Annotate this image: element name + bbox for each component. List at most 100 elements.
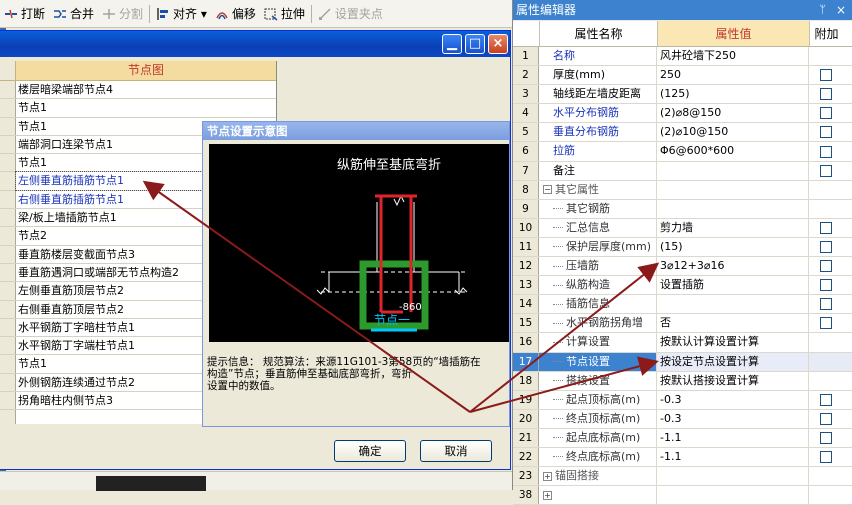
collapse-icon[interactable]: − (543, 185, 552, 195)
property-value[interactable]: 剪力墙 (657, 218, 809, 237)
property-value[interactable]: 按默认搭接设置计算 (657, 371, 809, 390)
align-icon (157, 7, 169, 20)
expand-icon[interactable]: + (543, 490, 552, 500)
property-value[interactable]: 250 (657, 66, 809, 85)
node-list-item[interactable]: 节点1 (0, 99, 276, 118)
property-value[interactable]: 按设定节点设置计算 (657, 352, 809, 371)
property-value[interactable]: 设置插筋 (657, 276, 809, 295)
extra-checkbox[interactable] (820, 145, 832, 158)
merge-button[interactable]: 合并 (49, 3, 98, 25)
property-row[interactable]: 38 + (513, 486, 852, 505)
split-button[interactable]: 分割 (98, 3, 147, 25)
property-value[interactable]: (125) (657, 85, 809, 104)
property-row[interactable]: 18 搭接设置 按默认搭接设置计算 (513, 371, 852, 391)
property-row[interactable]: 8− 其它属性 (513, 180, 852, 200)
close-icon[interactable]: × (836, 0, 846, 20)
property-row[interactable]: 22 终点底标高(m) -1.1 (513, 447, 852, 468)
property-row[interactable]: 5 垂直分布钢筋 (2)⌀10@150 (513, 123, 852, 143)
extra-checkbox[interactable] (820, 393, 832, 406)
property-name-cell: 起点顶标高(m) (539, 390, 657, 409)
row-number: 5 (513, 123, 539, 142)
property-value[interactable]: (15) (657, 237, 809, 257)
offset-button[interactable]: 偏移 (211, 3, 260, 25)
property-row[interactable]: 1 名称 风井砼墙下250 (513, 47, 852, 67)
property-value[interactable]: Φ6@600*600 (657, 142, 809, 161)
property-value[interactable]: 风井砼墙下250 (657, 47, 809, 66)
property-name-cell: 计算设置 (539, 333, 657, 352)
align-button[interactable]: 对齐 ▾ (152, 3, 211, 25)
extra-checkbox[interactable] (820, 69, 832, 82)
row-number: 9 (513, 199, 539, 218)
break-button[interactable]: 打断 (0, 3, 49, 25)
property-value[interactable]: 按默认计算设置计算 (657, 333, 809, 352)
property-row[interactable]: 19 起点顶标高(m) -0.3 (513, 390, 852, 410)
close-button[interactable]: × (488, 34, 508, 54)
extra-cell (809, 448, 843, 466)
property-row[interactable]: 21 起点底标高(m) -1.1 (513, 428, 852, 448)
property-value[interactable]: (2)⌀10@150 (657, 123, 809, 142)
property-value[interactable]: -1.1 (657, 447, 809, 467)
extra-checkbox[interactable] (820, 317, 832, 330)
property-row[interactable]: 15 水平钢筋拐角增否 (513, 314, 852, 334)
property-name: 起点顶标高(m) (566, 392, 641, 406)
property-row[interactable]: 9 其它钢筋 (513, 199, 852, 219)
property-row[interactable]: 11 保护层厚度(mm) (15) (513, 237, 852, 258)
extra-checkbox[interactable] (820, 279, 832, 292)
property-value[interactable]: -0.3 (657, 390, 809, 409)
extra-cell (809, 372, 843, 390)
split-label: 分割 (119, 7, 144, 21)
ok-button[interactable]: 确定 (334, 440, 406, 462)
extra-checkbox[interactable] (820, 164, 832, 177)
property-value[interactable] (657, 467, 809, 486)
extra-checkbox[interactable] (820, 126, 832, 139)
dialog-titlebar[interactable]: ▁ □ × (0, 31, 510, 57)
expand-icon[interactable]: + (543, 471, 552, 481)
node-list-item[interactable]: 楼层暗梁端部节点4 (0, 81, 276, 100)
extra-checkbox[interactable] (820, 451, 832, 464)
property-row[interactable]: 13 纵筋构造 设置插筋 (513, 276, 852, 296)
extra-checkbox[interactable] (820, 431, 832, 444)
stretch-button[interactable]: 拉伸 (260, 3, 309, 25)
pin-icon[interactable]: ᛘ (819, 0, 826, 20)
property-value[interactable]: (2)⌀8@150 (657, 104, 809, 123)
property-row[interactable]: 2 厚度(mm) 250 (513, 66, 852, 86)
property-value[interactable] (657, 486, 809, 505)
break-label: 打断 (21, 7, 46, 21)
property-row[interactable]: 16 计算设置 按默认计算设置计算 (513, 333, 852, 353)
extra-checkbox[interactable] (820, 298, 832, 311)
property-row[interactable]: 17 节点设置 按设定节点设置计算 (513, 352, 852, 372)
maximize-button[interactable]: □ (465, 34, 485, 54)
property-name-cell: 轴线距左墙皮距离 (539, 85, 657, 104)
extra-checkbox[interactable] (820, 107, 832, 120)
property-value[interactable] (657, 161, 809, 180)
extra-checkbox[interactable] (820, 412, 832, 425)
minimize-button[interactable]: ▁ (442, 34, 462, 54)
property-value[interactable]: 3⌀12+3⌀16 (657, 257, 809, 276)
property-row[interactable]: 14 插筋信息 (513, 295, 852, 315)
set-grip-button[interactable]: 设置夹点 (314, 3, 387, 25)
property-row[interactable]: 3 轴线距左墙皮距离 (125) (513, 85, 852, 105)
tip-text: 提示信息： 规范算法：来源11G101-3第58页的“墙插筋在 构造”节点；垂直… (207, 356, 481, 392)
property-name-cell: 搭接设置 (539, 371, 657, 390)
extra-cell (809, 142, 843, 160)
extra-checkbox[interactable] (820, 240, 832, 253)
property-value[interactable]: 否 (657, 314, 809, 333)
extra-checkbox[interactable] (820, 221, 832, 234)
property-row[interactable]: 23 + 锚固搭接 (513, 467, 852, 487)
property-value[interactable]: -1.1 (657, 428, 809, 447)
property-row[interactable]: 6 拉筋 Φ6@600*600 (513, 142, 852, 162)
property-value[interactable] (657, 180, 809, 199)
property-value[interactable] (657, 199, 809, 218)
property-row[interactable]: 7 备注 (513, 161, 852, 181)
property-value[interactable]: -0.3 (657, 409, 809, 428)
tree-line (553, 322, 563, 324)
property-row[interactable]: 4 水平分布钢筋 (2)⌀8@150 (513, 104, 852, 124)
extra-checkbox[interactable] (820, 260, 832, 273)
cancel-button[interactable]: 取消 (420, 440, 492, 462)
property-value[interactable] (657, 295, 809, 314)
property-row[interactable]: 20 终点顶标高(m) -0.3 (513, 409, 852, 429)
property-row[interactable]: 10 汇总信息 剪力墙 (513, 218, 852, 238)
tree-line (553, 208, 563, 210)
property-row[interactable]: 12 压墙筋 3⌀12+3⌀16 (513, 257, 852, 277)
extra-checkbox[interactable] (820, 88, 832, 101)
